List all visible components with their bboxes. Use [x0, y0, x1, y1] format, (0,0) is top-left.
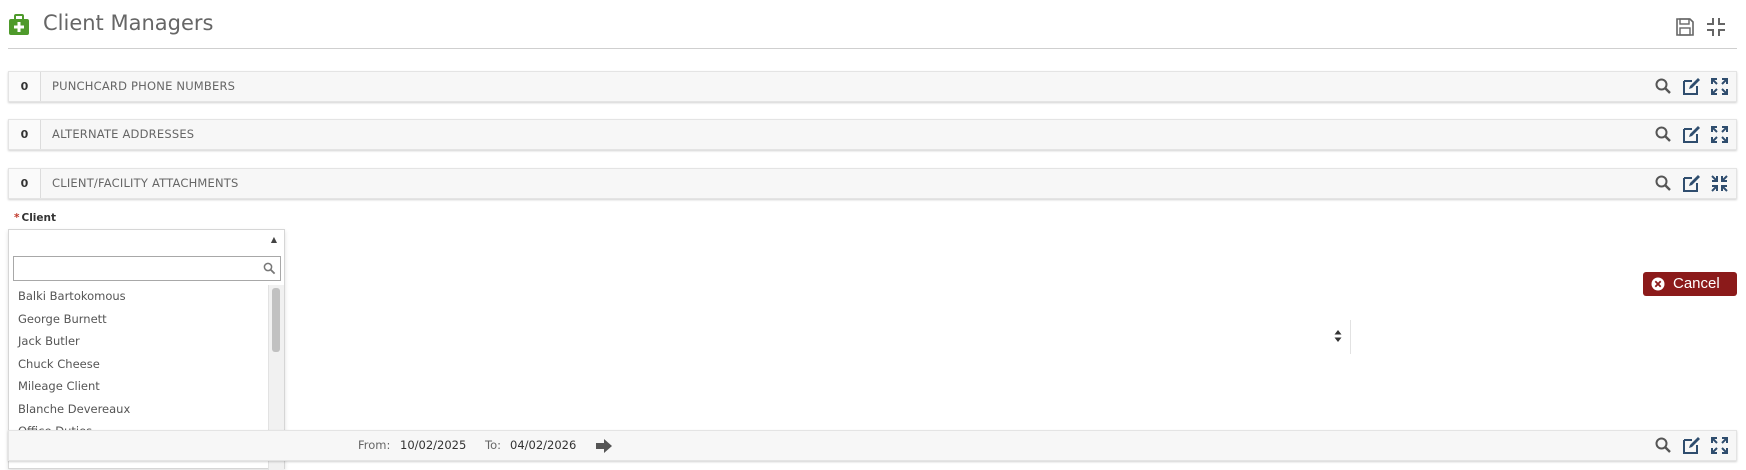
client-option[interactable]: George Burnett: [9, 308, 267, 331]
client-search-input[interactable]: [14, 257, 254, 280]
from-label: From:: [358, 438, 391, 452]
panel-client-facility-attachments[interactable]: 0 CLIENT/FACILITY ATTACHMENTS: [8, 168, 1737, 199]
search-icon: [263, 262, 276, 275]
panel-count: 0: [9, 72, 41, 101]
caret-up-icon: ▲: [270, 235, 277, 244]
search-icon[interactable]: [1654, 125, 1673, 144]
medical-bag-icon: [9, 14, 29, 35]
panel-count: 0: [9, 120, 41, 149]
required-marker: *: [14, 212, 20, 224]
sort-toggle-icon[interactable]: [1333, 329, 1343, 343]
client-option[interactable]: Mileage Client: [9, 375, 267, 398]
edit-icon[interactable]: [1682, 125, 1701, 144]
client-select[interactable]: ▲: [9, 230, 284, 250]
to-label: To:: [485, 438, 501, 452]
panel-count: 0: [9, 169, 41, 198]
edit-icon[interactable]: [1682, 436, 1701, 455]
search-icon[interactable]: [1654, 174, 1673, 193]
expand-icon[interactable]: [1710, 436, 1729, 455]
save-icon[interactable]: [1674, 16, 1696, 38]
expand-icon[interactable]: [1710, 77, 1729, 96]
panel-title[interactable]: ALTERNATE ADDRESSES: [52, 120, 194, 149]
panel-title[interactable]: CLIENT/FACILITY ATTACHMENTS: [52, 169, 239, 198]
client-field-label: * Client: [14, 212, 56, 224]
panel-alternate-addresses[interactable]: 0 ALTERNATE ADDRESSES: [8, 119, 1737, 150]
edit-icon[interactable]: [1682, 77, 1701, 96]
close-circle-icon: [1651, 277, 1665, 291]
client-option[interactable]: Balki Bartokomous: [9, 285, 267, 308]
page-title: Client Managers: [43, 11, 214, 35]
collapse-icon[interactable]: [1705, 16, 1727, 38]
date-range-panel: From: 10/02/2025 To: 04/02/2026: [8, 430, 1737, 461]
from-date[interactable]: 10/02/2025: [400, 431, 466, 460]
page-header: Client Managers: [8, 0, 1737, 49]
cancel-button[interactable]: Cancel: [1643, 272, 1737, 296]
client-option[interactable]: Blanche Devereaux: [9, 398, 267, 421]
edit-icon[interactable]: [1682, 174, 1701, 193]
to-date[interactable]: 04/02/2026: [510, 431, 576, 460]
panel-title[interactable]: PUNCHCARD PHONE NUMBERS: [52, 72, 235, 101]
search-icon[interactable]: [1654, 436, 1673, 455]
arrow-right-icon[interactable]: [595, 438, 613, 454]
search-icon[interactable]: [1654, 77, 1673, 96]
client-option[interactable]: Chuck Cheese: [9, 353, 267, 376]
client-label-text: Client: [21, 212, 57, 224]
collapse-panel-icon[interactable]: [1710, 174, 1729, 193]
panel-punchcard-phone-numbers[interactable]: 0 PUNCHCARD PHONE NUMBERS: [8, 71, 1737, 102]
divider: [1350, 320, 1351, 354]
scrollbar-thumb[interactable]: [272, 288, 280, 352]
client-option[interactable]: Jack Butler: [9, 330, 267, 353]
client-search-box[interactable]: [13, 256, 281, 281]
cancel-label: Cancel: [1673, 275, 1720, 292]
expand-icon[interactable]: [1710, 125, 1729, 144]
